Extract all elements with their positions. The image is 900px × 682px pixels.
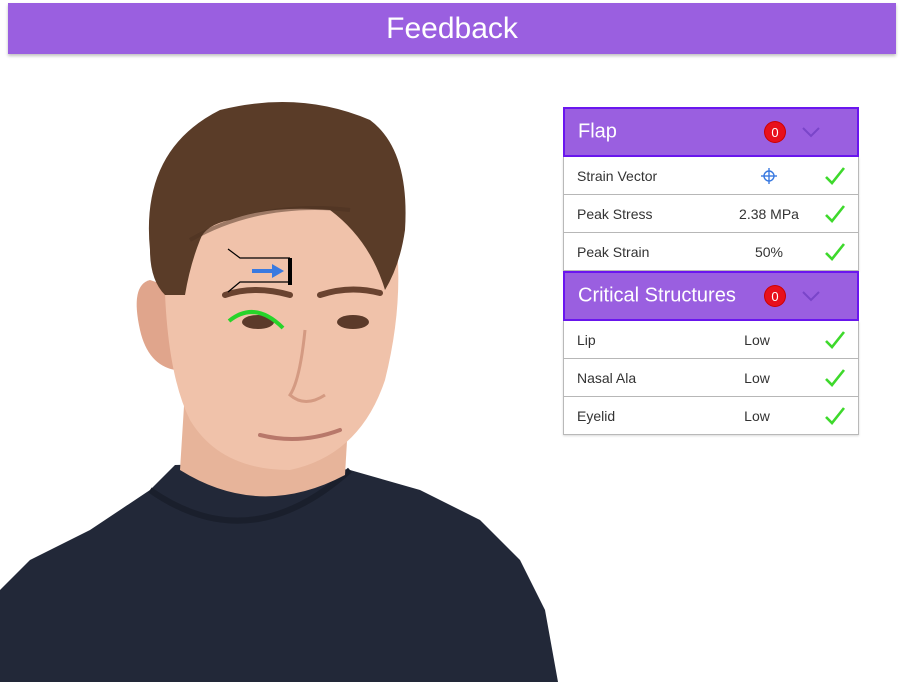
count-badge: 0 [765,122,785,142]
checkmark-icon [825,330,846,349]
checkmark-icon [825,368,846,387]
list-item: Strain Vector [563,157,859,195]
checkmark-icon [825,204,846,223]
section-header-critical-structures[interactable]: Critical Structures 0 [563,271,859,321]
list-item: Peak Stress 2.38 MPa [563,195,859,233]
title-bar: Feedback [8,3,896,54]
row-value: Low [744,407,770,424]
crosshair-icon[interactable] [760,167,778,185]
row-value: Low [744,369,770,386]
row-value: 50% [754,243,784,260]
list-item: Peak Strain 50% [563,233,859,271]
chevron-down-icon[interactable] [801,125,821,139]
checkmark-icon [825,406,846,425]
face-model-image [0,102,558,682]
list-item: Nasal Ala Low [563,359,859,397]
row-name: Peak Strain [577,243,650,260]
row-name: Strain Vector [577,167,658,184]
section-header-flap[interactable]: Flap 0 [563,107,859,157]
section-title: Flap [578,120,617,143]
section-title: Critical Structures [578,284,736,307]
page-title: Feedback [386,11,518,45]
row-name: Nasal Ala [577,369,637,386]
checkmark-icon [825,166,846,185]
left-eye [337,315,369,329]
feedback-panel: Flap 0 Strain Vector Peak Stress 2.38 MP… [563,107,859,435]
checkmark-icon [825,242,846,261]
row-name: Peak Stress [577,205,653,222]
chevron-down-icon[interactable] [801,289,821,303]
row-value: Low [744,331,770,348]
list-item: Eyelid Low [563,397,859,435]
count-badge: 0 [765,286,785,306]
row-value: 2.38 MPa [739,205,799,222]
row-name: Lip [577,331,596,348]
list-item: Lip Low [563,321,859,359]
row-name: Eyelid [577,407,616,424]
